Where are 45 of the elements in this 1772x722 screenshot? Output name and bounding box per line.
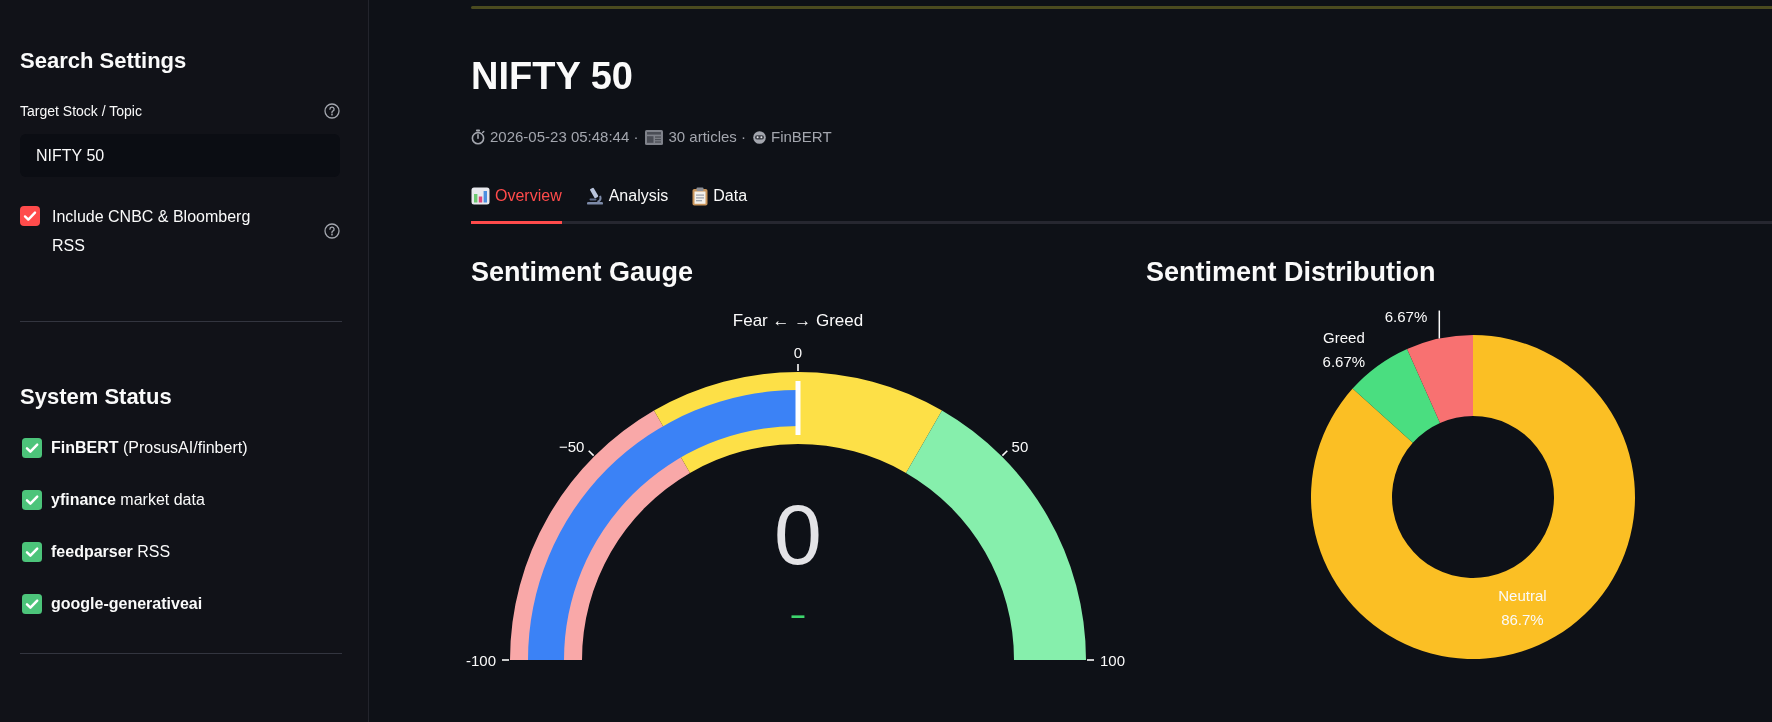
gauge-value: 0	[774, 486, 822, 582]
section-heading: System Status	[20, 383, 173, 411]
status-text: google-generativeai	[51, 594, 203, 614]
status-text: FinBERT (ProsusAI/finbert)	[51, 438, 248, 458]
chart-heading: Sentiment Distribution	[1146, 256, 1437, 289]
microscope-icon	[585, 187, 604, 205]
meta-text: 2026-05-23 05:48:44 ·	[490, 127, 639, 147]
help-icon[interactable]	[324, 103, 340, 119]
checkbox[interactable]	[20, 206, 40, 226]
status-text: yfinance market data	[51, 490, 205, 510]
tick-label: 0	[793, 343, 803, 361]
meta-text: FinBERT	[771, 127, 832, 147]
text-input-field[interactable]: NIFTY 50	[20, 134, 340, 177]
checkbox-label[interactable]: Include CNBC & Bloomberg RSS	[52, 201, 282, 260]
meta-text: 30 articles ·	[668, 127, 746, 147]
tick-label: 50	[1011, 437, 1029, 455]
bar-chart-icon	[471, 187, 490, 205]
tick-mark	[587, 449, 595, 457]
slice-label: Neutral 86.7%	[1498, 587, 1547, 629]
tab[interactable]: Overview	[471, 174, 562, 224]
leader-line	[1438, 309, 1441, 340]
status-text: feedparser RSS	[51, 542, 171, 562]
tab[interactable]: Data	[692, 174, 748, 224]
field-label: Target Stock / Topic	[20, 102, 142, 121]
newspaper-icon	[645, 129, 664, 145]
help-icon[interactable]	[324, 222, 340, 239]
tick-label: -100	[465, 651, 496, 669]
tick-label: −50	[559, 437, 585, 455]
tick-mark	[1001, 449, 1009, 457]
tick-mark	[1086, 659, 1095, 661]
tick-label: 100	[1100, 651, 1126, 669]
section-heading: Search Settings	[20, 47, 188, 75]
robot-icon	[753, 130, 766, 144]
clipboard-icon	[692, 186, 709, 206]
stopwatch-icon	[471, 129, 485, 145]
tick-mark	[797, 363, 799, 372]
delta-indicator: –	[790, 600, 806, 630]
slice-label: Greed 6.67%	[1322, 329, 1366, 371]
tab[interactable]: Analysis	[585, 174, 669, 224]
page-title: NIFTY 50	[471, 54, 634, 99]
threshold-line	[795, 381, 801, 435]
gauge-title: Fear ← → Greed	[732, 310, 864, 330]
tick-mark	[501, 659, 510, 661]
chart-heading: Sentiment Gauge	[471, 256, 695, 289]
slice-label: 6.67%	[1384, 308, 1428, 326]
